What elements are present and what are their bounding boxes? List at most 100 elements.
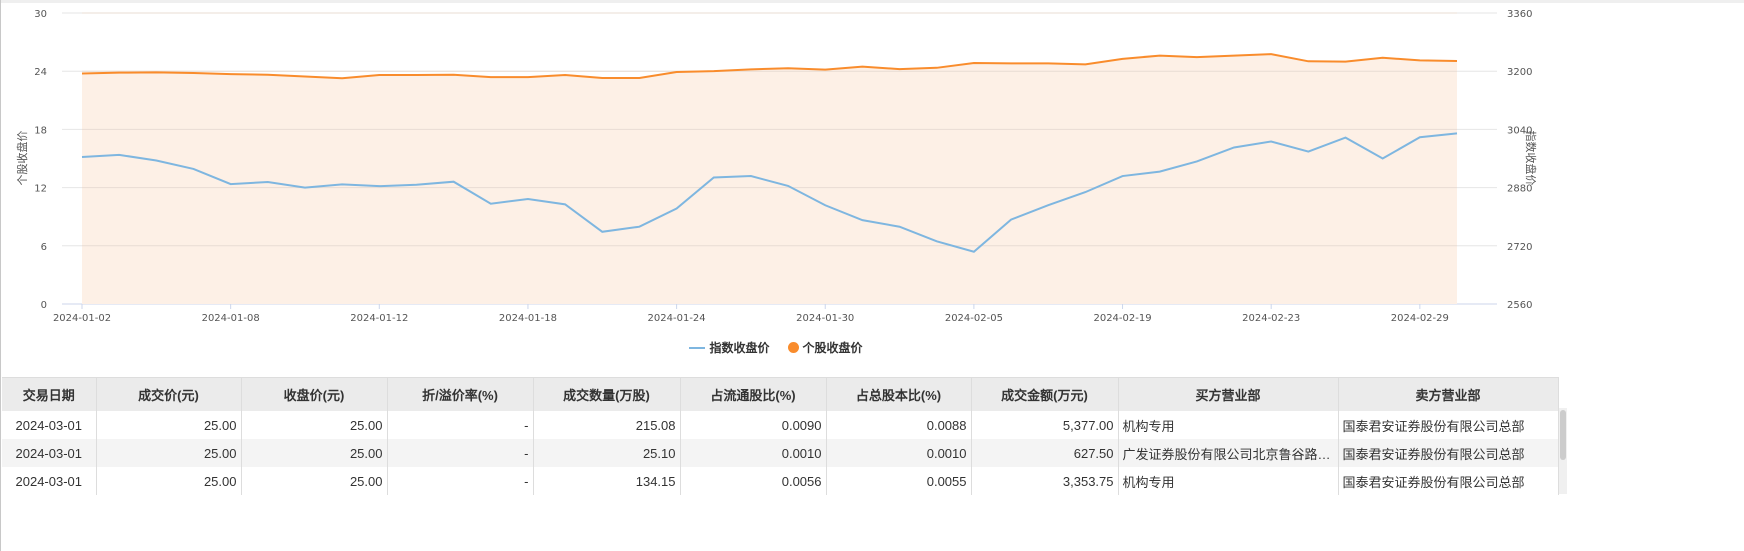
column-header[interactable]: 成交价(元) — [96, 377, 242, 411]
x-axis-tick-label: 2024-01-24 — [648, 313, 706, 324]
index-point — [303, 186, 307, 190]
table-scrollbar[interactable] — [1558, 408, 1567, 494]
table-cell: 国泰君安证券股份有限公司总部 — [1338, 411, 1559, 439]
table-cell: 0.0056 — [680, 467, 827, 495]
index-point — [600, 230, 604, 234]
index-point — [1158, 170, 1162, 174]
legend-item-stock[interactable]: 个股收盘价 — [787, 339, 863, 356]
x-axis-tick-label: 2024-02-23 — [1242, 313, 1300, 324]
stock-point — [266, 73, 270, 77]
index-point — [117, 153, 121, 157]
stock-point — [972, 61, 976, 65]
table-row[interactable]: 2024-03-01 25.00 25.00-134.15 0.0056 0.0055 3… — [2, 467, 1559, 495]
column-header[interactable]: 卖方营业部 — [1338, 377, 1559, 411]
stock-point — [80, 72, 84, 76]
right-axis-tick-label: 2560 — [1507, 300, 1532, 311]
stock-point — [340, 76, 344, 80]
index-point — [823, 203, 827, 207]
table-cell: 0.0055 — [826, 467, 972, 495]
index-point — [1121, 174, 1125, 178]
stock-point — [600, 76, 604, 80]
stock-point — [1455, 59, 1459, 63]
table-cell: 25.10 — [533, 439, 681, 467]
stock-point — [303, 75, 307, 79]
table-cell: 25.00 — [241, 439, 388, 467]
stock-point — [823, 68, 827, 72]
table-row[interactable]: 2024-03-01 25.00 25.00-25.10 0.0010 0.0010 62… — [2, 439, 1559, 467]
stock-point — [1009, 61, 1013, 65]
table-cell: 0.0088 — [826, 411, 972, 439]
index-point — [452, 180, 456, 184]
left-axis-tick-label: 18 — [34, 125, 47, 136]
column-header[interactable]: 成交数量(万股) — [533, 377, 681, 411]
right-axis-tick-label: 2720 — [1507, 242, 1532, 253]
index-point — [80, 155, 84, 159]
table-cell: 0.0010 — [680, 439, 827, 467]
index-point — [1306, 150, 1310, 154]
scrollbar-thumb[interactable] — [1560, 410, 1566, 460]
right-axis-tick-label: 3200 — [1507, 67, 1532, 78]
chart-legend: 指数收盘价 个股收盘价 — [0, 339, 1552, 356]
index-point — [1381, 157, 1385, 161]
x-axis-tick-label: 2024-01-30 — [796, 313, 854, 324]
stock-point — [1046, 61, 1050, 65]
table-cell: 0.0010 — [826, 439, 972, 467]
table-row[interactable]: 2024-03-01 25.00 25.00-215.08 0.0090 0.0088 5… — [2, 411, 1559, 439]
index-point — [675, 207, 679, 211]
column-header[interactable]: 买方营业部 — [1118, 377, 1339, 411]
index-point — [414, 183, 418, 187]
left-axis-tick-label: 24 — [34, 67, 47, 78]
index-point — [563, 202, 567, 206]
stock-point — [860, 65, 864, 69]
x-axis-tick-label: 2024-02-19 — [1093, 313, 1151, 324]
stock-point — [1306, 59, 1310, 63]
table-cell: 25.00 — [96, 411, 242, 439]
x-axis-tick-label: 2024-02-29 — [1391, 313, 1449, 324]
stock-point — [229, 72, 233, 76]
right-axis-tick-label: 3360 — [1507, 9, 1532, 20]
table-cell: 机构专用 — [1118, 411, 1339, 439]
legend-label-stock: 个股收盘价 — [802, 341, 863, 355]
index-point — [712, 176, 716, 180]
stock-point — [117, 71, 121, 75]
column-header[interactable]: 占总股本比(%) — [826, 377, 972, 411]
price-chart: 06121824302560272028803040320033602024-0… — [15, 9, 1538, 324]
index-point — [749, 174, 753, 178]
column-header[interactable]: 占流通股比(%) — [680, 377, 827, 411]
stock-point — [414, 73, 418, 77]
index-point — [1344, 136, 1348, 140]
index-point — [898, 225, 902, 229]
column-header[interactable]: 交易日期 — [2, 377, 97, 411]
index-point — [526, 197, 530, 201]
stock-point — [1418, 58, 1422, 62]
table-cell: 国泰君安证券股份有限公司总部 — [1338, 439, 1559, 467]
stock-point — [563, 73, 567, 77]
left-axis-title: 个股收盘价 — [15, 131, 29, 186]
index-point — [637, 225, 641, 229]
table-cell: 25.00 — [96, 439, 242, 467]
stock-point — [637, 76, 641, 80]
stock-point — [898, 67, 902, 71]
index-point — [154, 159, 158, 163]
index-point — [1046, 203, 1050, 207]
table-cell: - — [387, 467, 534, 495]
column-header[interactable]: 折/溢价率(%) — [387, 377, 534, 411]
table-cell: 机构专用 — [1118, 467, 1339, 495]
line-swatch-icon — [689, 346, 706, 349]
legend-item-index[interactable]: 指数收盘价 — [689, 339, 770, 356]
stock-point — [377, 73, 381, 77]
table-cell: 25.00 — [241, 467, 388, 495]
stock-point — [935, 66, 939, 70]
table-cell: - — [387, 411, 534, 439]
dot-swatch-icon — [787, 342, 799, 353]
index-point — [1232, 145, 1236, 149]
table-cell: - — [387, 439, 534, 467]
column-header[interactable]: 收盘价(元) — [241, 377, 388, 411]
stock-point — [1381, 56, 1385, 60]
left-axis-tick-label: 12 — [34, 184, 47, 195]
table-cell: 2024-03-01 — [2, 439, 97, 467]
column-header[interactable]: 成交金额(万元) — [971, 377, 1119, 411]
index-point — [1418, 135, 1422, 139]
stock-point — [526, 75, 530, 79]
stock-point — [675, 70, 679, 74]
